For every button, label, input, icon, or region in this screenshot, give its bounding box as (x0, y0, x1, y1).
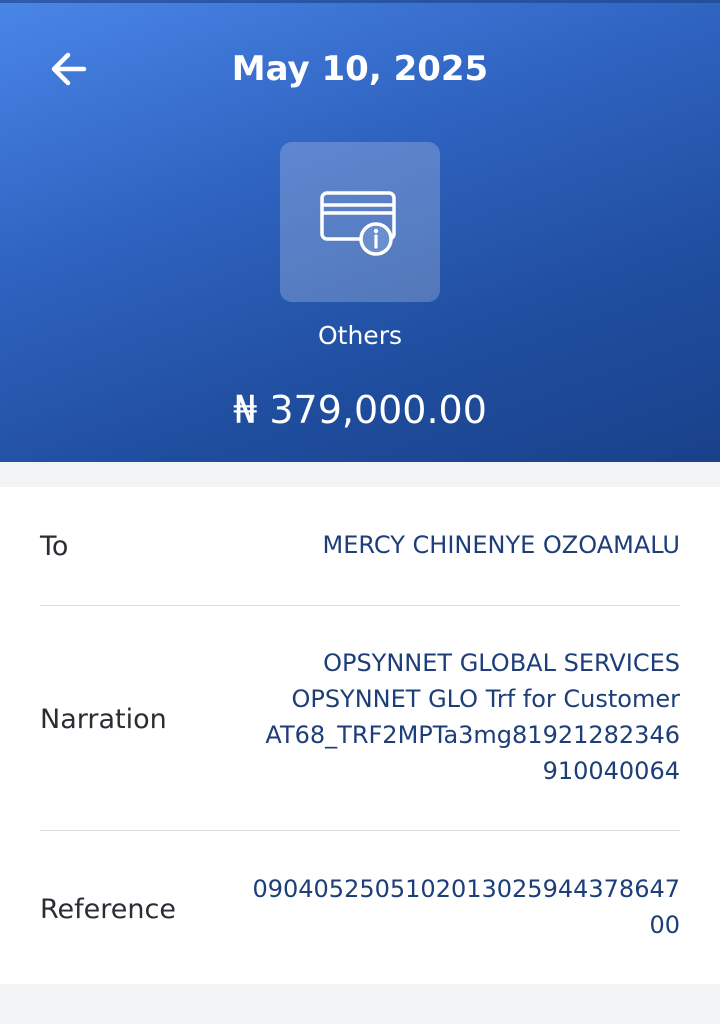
details-card: To MERCY CHINENYE OZOAMALU Narration OPS… (0, 487, 720, 984)
category-icon-tile (280, 142, 440, 302)
narration-line: OPSYNNET GLOBAL SERVICES (323, 649, 680, 677)
recipient-name: MERCY CHINENYE OZOAMALU (322, 531, 680, 559)
category-label: Others (317, 321, 402, 350)
narration-line: 910040064 (542, 757, 680, 785)
divider (40, 830, 680, 831)
reference-line: 00 (649, 911, 680, 939)
detail-row-reference: Reference 0904052505102013025944378647 0… (40, 871, 680, 951)
narration-line: OPSYNNET GLO Trf for Customer (291, 685, 680, 713)
to-label: To (40, 531, 69, 562)
transaction-date: May 10, 2025 (231, 49, 489, 89)
detail-row-narration: Narration OPSYNNET GLOBAL SERVICES OPSYN… (40, 645, 680, 795)
status-bar-edge (0, 0, 720, 3)
narration-line: AT68_TRF2MPTa3mg81921282346 (265, 721, 680, 749)
transaction-header: May 10, 2025 Others ₦ 379,000.00 (0, 0, 720, 462)
detail-row-to: To MERCY CHINENYE OZOAMALU (40, 527, 680, 567)
reference-label: Reference (40, 894, 176, 925)
narration-label: Narration (40, 704, 167, 735)
divider (40, 605, 680, 606)
reference-line: 0904052505102013025944378647 (252, 875, 680, 903)
card-info-icon (320, 191, 396, 256)
transaction-details-screen: May 10, 2025 Others ₦ 379,000.00 To MERC… (0, 0, 720, 1024)
transaction-amount: ₦ 379,000.00 (233, 388, 487, 432)
